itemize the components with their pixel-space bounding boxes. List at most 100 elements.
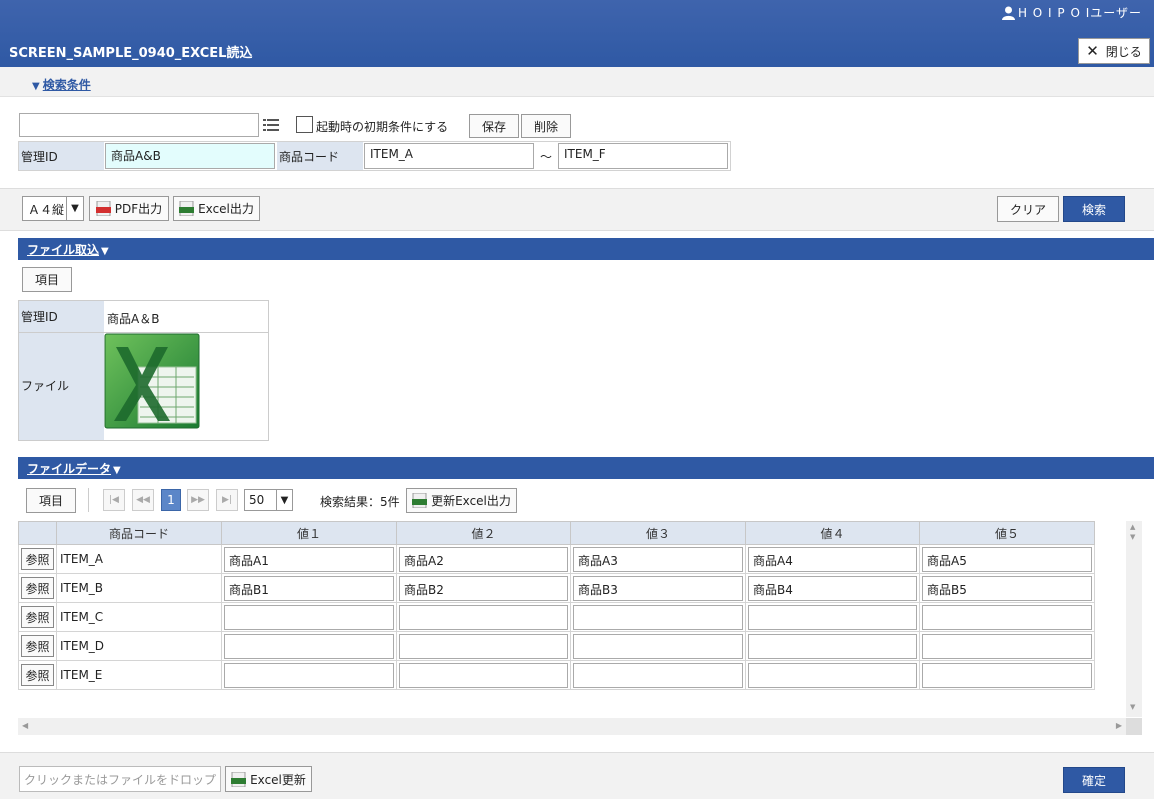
horizontal-scrollbar[interactable]: ◀ ▶	[18, 718, 1126, 735]
value-input[interactable]: 商品A1	[224, 546, 394, 572]
search-query-input[interactable]	[19, 113, 259, 137]
value-input[interactable]	[748, 604, 917, 630]
grid-body: 参照 ITEM_A 商品A1 商品A2 商品A3 商品A4 商品A5 参照 ITEM_B 商品B1…	[18, 544, 1095, 690]
search-condition-toggle[interactable]: ▼ 検索条件	[32, 76, 91, 93]
pdf-export-button[interactable]: PDF出力	[89, 196, 169, 221]
value-cell	[919, 660, 1095, 690]
ref-button[interactable]: 参照	[21, 548, 54, 570]
excel-file-icon[interactable]	[104, 333, 200, 429]
value-input[interactable]: 商品B4	[748, 575, 917, 601]
scroll-corner	[1126, 718, 1142, 735]
excel-icon	[179, 201, 195, 216]
value-input[interactable]	[224, 604, 394, 630]
save-button[interactable]: 保存	[469, 114, 519, 138]
ref-button[interactable]: 参照	[21, 577, 54, 599]
value-input[interactable]: 商品B5	[922, 575, 1092, 601]
grid-header-cell[interactable]: 商品コード	[56, 521, 222, 545]
scroll-up-icon[interactable]: ▼	[1130, 533, 1135, 541]
startup-checkbox[interactable]	[296, 116, 313, 133]
ref-cell: 参照	[18, 573, 57, 603]
confirm-button[interactable]: 確定	[1063, 767, 1125, 793]
page-size-select[interactable]: 50 ▼	[244, 489, 293, 511]
scroll-up-icon[interactable]: ▲	[1130, 523, 1135, 531]
grid-header-cell[interactable]: 値５	[919, 521, 1095, 545]
update-excel-export-label: 更新Excel出力	[431, 494, 511, 508]
header-bar: H O I P O Iユーザー SCREEN_SAMPLE_0940_EXCEL…	[0, 0, 1154, 67]
last-page-button[interactable]: ▶|	[216, 489, 238, 511]
file-data-items-button[interactable]: 項目	[26, 488, 76, 513]
value-cell	[221, 631, 397, 661]
scroll-down-icon[interactable]: ▼	[1130, 703, 1135, 711]
list-icon-button[interactable]	[260, 113, 282, 137]
value-input[interactable]	[399, 662, 568, 688]
current-page-button[interactable]: 1	[161, 489, 181, 511]
table-row: 参照 ITEM_A 商品A1 商品A2 商品A3 商品A4 商品A5	[18, 544, 1095, 574]
search-button[interactable]: 検索	[1063, 196, 1125, 222]
update-excel-export-button[interactable]: 更新Excel出力	[406, 488, 517, 513]
value-cell: 商品B5	[919, 573, 1095, 603]
value-input[interactable]	[748, 633, 917, 659]
grid-header-cell[interactable]: 値１	[221, 521, 397, 545]
value-cell: 商品A5	[919, 544, 1095, 574]
ref-button[interactable]: 参照	[21, 635, 54, 657]
file-data-section-header[interactable]: ファイルデータ ▼	[18, 457, 1154, 479]
kanri-id-input[interactable]: 商品A&B	[105, 143, 275, 169]
excel-export-button[interactable]: Excel出力	[173, 196, 260, 221]
value-input[interactable]	[399, 604, 568, 630]
prev-page-icon: ◀◀	[136, 495, 150, 505]
file-import-section-header[interactable]: ファイル取込 ▼	[18, 238, 1154, 260]
file-label: ファイル	[19, 333, 104, 440]
next-page-icon: ▶▶	[191, 495, 205, 505]
vertical-scrollbar[interactable]: ▲ ▼ ▼	[1126, 521, 1142, 717]
value-input[interactable]	[224, 633, 394, 659]
item-code-to-input[interactable]: ITEM_F	[558, 143, 728, 169]
ref-button[interactable]: 参照	[21, 606, 54, 628]
item-code-from-input[interactable]: ITEM_A	[364, 143, 534, 169]
file-drop-zone[interactable]: クリックまたはファイルをドロップ	[19, 766, 221, 792]
paper-size-select[interactable]: Ａ４縦 ▼	[22, 196, 84, 221]
close-button[interactable]: ✕ 閉じる	[1078, 38, 1150, 64]
grid-header-cell[interactable]: 値４	[745, 521, 920, 545]
value-input[interactable]	[922, 662, 1092, 688]
excel-update-button[interactable]: Excel更新	[225, 766, 312, 792]
value-input[interactable]: 商品B3	[573, 575, 743, 601]
page-size-value: 50	[249, 493, 265, 507]
value-input[interactable]: 商品A4	[748, 546, 917, 572]
value-cell: 商品B3	[570, 573, 746, 603]
scroll-right-icon[interactable]: ▶	[1116, 721, 1122, 730]
value-input[interactable]	[573, 604, 743, 630]
value-input[interactable]	[922, 604, 1092, 630]
ref-button[interactable]: 参照	[21, 664, 54, 686]
value-input[interactable]: 商品B2	[399, 575, 568, 601]
value-input[interactable]	[224, 662, 394, 688]
value-input[interactable]: 商品B1	[224, 575, 394, 601]
file-import-items-button[interactable]: 項目	[22, 267, 72, 292]
item-code-cell: ITEM_B	[56, 573, 222, 603]
user-info[interactable]: H O I P O Iユーザー	[1001, 4, 1142, 21]
value-input[interactable]: 商品A2	[399, 546, 568, 572]
value-input[interactable]	[573, 662, 743, 688]
value-cell: 商品A1	[221, 544, 397, 574]
value-cell	[919, 602, 1095, 632]
item-code-cell: ITEM_C	[56, 602, 222, 632]
clear-button[interactable]: クリア	[997, 196, 1059, 222]
value-cell	[396, 631, 571, 661]
value-input[interactable]	[399, 633, 568, 659]
first-page-button[interactable]: |◀	[103, 489, 125, 511]
value-input[interactable]	[573, 633, 743, 659]
grid-header-row: 商品コード 値１ 値２ 値３ 値４ 値５	[18, 521, 1095, 545]
value-input[interactable]: 商品A5	[922, 546, 1092, 572]
scroll-left-icon[interactable]: ◀	[22, 721, 28, 730]
prev-page-button[interactable]: ◀◀	[132, 489, 154, 511]
ref-cell: 参照	[18, 660, 57, 690]
excel-update-label: Excel更新	[250, 772, 306, 787]
file-import-kanri-id-label: 管理ID	[19, 301, 104, 333]
grid-header-cell[interactable]: 値２	[396, 521, 571, 545]
value-input[interactable]: 商品A3	[573, 546, 743, 572]
next-page-button[interactable]: ▶▶	[187, 489, 209, 511]
value-input[interactable]	[922, 633, 1092, 659]
chevron-down-icon: ▼	[276, 490, 292, 510]
grid-header-cell[interactable]: 値３	[570, 521, 746, 545]
delete-button[interactable]: 削除	[521, 114, 571, 138]
value-input[interactable]	[748, 662, 917, 688]
